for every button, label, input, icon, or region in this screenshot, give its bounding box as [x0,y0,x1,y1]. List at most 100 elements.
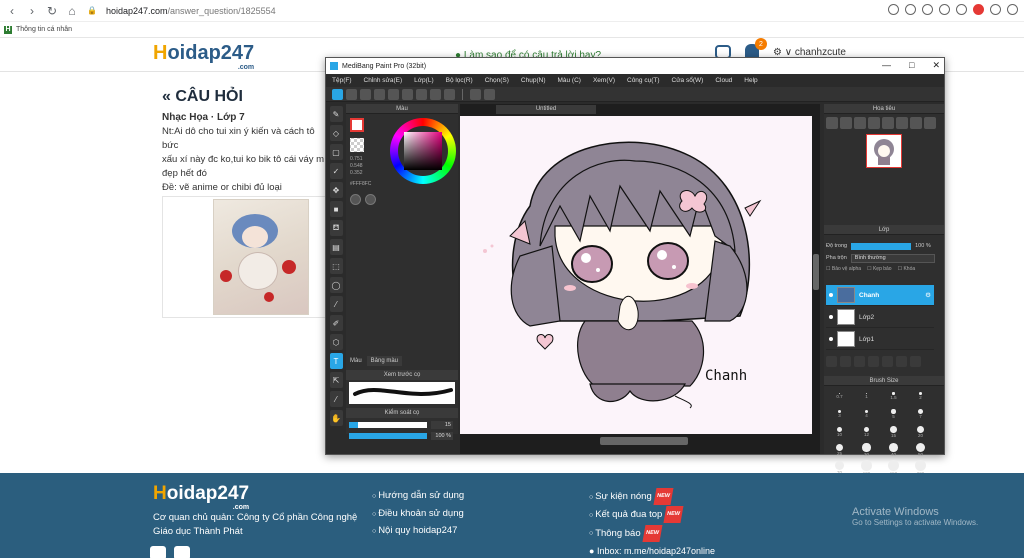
reload-icon[interactable]: ↻ [44,3,60,19]
download-icon[interactable] [990,4,1001,15]
zoom-in-icon[interactable] [826,117,838,129]
brush-size-option[interactable]: 10 [826,424,853,440]
address-bar[interactable]: hoidap247.com/answer_question/1825554 [106,6,276,16]
new-layer-icon[interactable] [868,356,879,367]
pen-select-tool-icon[interactable]: ✐ [329,315,343,331]
dot-tool-icon[interactable]: ▢ [329,144,343,160]
youtube-icon[interactable] [174,546,190,558]
menu-view[interactable]: Xem(V) [593,77,615,84]
check-tool-icon[interactable]: ✓ [329,163,343,179]
eye-icon[interactable] [829,293,833,297]
bookmark-link[interactable]: Thông tin cá nhân [16,26,72,33]
messenger-link[interactable]: ● Inbox: m.me/hoidap247online [589,546,715,556]
brush-size-option[interactable]: 25 [826,442,853,458]
footer-link[interactable]: Hướng dẫn sử dụng [372,488,464,506]
footer-link[interactable]: Thông báoNEW [589,524,682,543]
trash-icon[interactable] [910,356,921,367]
brush-size-option[interactable]: 40 [880,442,907,458]
menu-tools[interactable]: Công cụ(T) [627,77,660,84]
color-mode-button[interactable] [350,194,361,205]
eye-icon[interactable] [829,337,833,341]
brush-size-option[interactable]: 20 [907,424,934,440]
zoom-out-icon[interactable] [840,117,852,129]
blend-mode-select[interactable]: Bình thường [850,253,935,263]
eyedropper-tool-icon[interactable]: ⁄ [329,391,343,407]
footer-logo[interactable]: Hoidap247 .com [153,483,249,511]
layer-opacity-slider[interactable] [851,242,912,250]
grid-icon[interactable] [444,88,455,100]
grid-icon[interactable] [388,88,399,100]
canvas-horizontal-scrollbar[interactable] [600,437,688,445]
rotate-left-icon[interactable] [882,117,894,129]
rotate-right-icon[interactable] [896,117,908,129]
menu-edit[interactable]: Chỉnh sửa(E) [364,77,403,84]
new-layer-icon[interactable] [826,356,837,367]
footer-link[interactable]: Sự kiện nóngNEW [589,488,682,506]
magic-wand-tool-icon[interactable]: ⁄ [329,296,343,312]
operation-tool-icon[interactable]: ⇱ [329,372,343,388]
drawing-canvas[interactable]: Chanh [460,116,812,434]
menu-filter[interactable]: Bộ lọc(R) [446,77,473,84]
protect-alpha-checkbox[interactable]: ☐ Bảo vệ alpha [826,266,861,272]
brush-size-slider[interactable] [349,421,427,428]
extension-icon[interactable] [939,4,950,15]
medibang-titlebar[interactable]: MediBang Paint Pro (32bit) — □ ✕ [326,58,944,74]
menu-icon[interactable] [1007,4,1018,15]
menu-select[interactable]: Chọn(S) [485,77,509,84]
comment-icon[interactable] [360,88,371,100]
footer-link[interactable]: Kết quả đua topNEW [589,506,684,524]
transparent-color-swatch[interactable] [350,138,364,152]
lock-checkbox[interactable]: ☐ Khóa [898,266,916,272]
menu-cloud[interactable]: Cloud [715,77,732,84]
maximize-icon[interactable]: □ [909,60,914,71]
menu-snap[interactable]: Chụp(N) [521,77,546,84]
back-icon[interactable]: ‹ [4,3,20,19]
flip-icon[interactable] [910,117,922,129]
extension-icon[interactable] [922,4,933,15]
brush-size-option[interactable]: 3 [826,406,853,422]
bucket-tool-icon[interactable]: ⛾ [329,220,343,236]
fill-rect-tool-icon[interactable]: ■ [329,201,343,217]
tab-color[interactable]: Màu [346,356,366,366]
cloud-icon[interactable] [332,88,343,100]
brush-size-option[interactable]: 5 [880,406,907,422]
redo-icon[interactable] [484,88,495,100]
select-tool-icon[interactable]: ⬚ [329,258,343,274]
shape-tool-icon[interactable]: ⬡ [329,334,343,350]
layer-item[interactable]: Chanh ⚙ [826,285,934,306]
brush-tool-icon[interactable]: ✎ [329,106,343,122]
facebook-icon[interactable] [150,546,166,558]
canvas-vertical-scrollbar[interactable] [813,254,819,290]
text-tool-icon[interactable]: T [329,353,343,369]
extension-icon[interactable] [905,4,916,15]
upload-icon[interactable] [346,88,357,100]
brush-size-option[interactable]: 50 [907,442,934,458]
foreground-color-swatch[interactable] [350,118,364,132]
search-icon[interactable] [888,4,899,15]
brush-size-option[interactable]: 2 [907,388,934,404]
gear-icon[interactable]: ⚙ [925,291,931,299]
new-layer-icon[interactable] [840,356,851,367]
move-tool-icon[interactable]: ✥ [329,182,343,198]
hand-tool-icon[interactable]: ✋ [329,410,343,426]
user-menu[interactable]: ⚙ ∨ chanhzcute [773,47,846,58]
eraser-tool-icon[interactable]: ◇ [329,125,343,141]
home-icon[interactable]: ⌂ [64,3,80,19]
navigator-thumbnail[interactable] [866,134,902,168]
color-wheel[interactable] [390,118,456,184]
menu-color[interactable]: Màu (C) [557,77,580,84]
brush-size-option[interactable]: 12 [853,424,880,440]
play-icon[interactable] [956,4,967,15]
brush-opacity-slider[interactable] [349,432,427,439]
brush-size-option[interactable]: 4 [853,406,880,422]
canvas-tab[interactable]: Untitled [496,105,596,114]
grid-icon[interactable] [402,88,413,100]
grid-icon[interactable] [416,88,427,100]
menu-help[interactable]: Help [744,77,757,84]
color-mode-button[interactable] [365,194,376,205]
brush-size-option[interactable]: 1.5 [880,388,907,404]
site-logo[interactable]: Hoidap247 .com [153,42,254,71]
saturation-square[interactable] [404,132,442,170]
new-layer-icon[interactable] [854,356,865,367]
gradient-tool-icon[interactable]: ▤ [329,239,343,255]
